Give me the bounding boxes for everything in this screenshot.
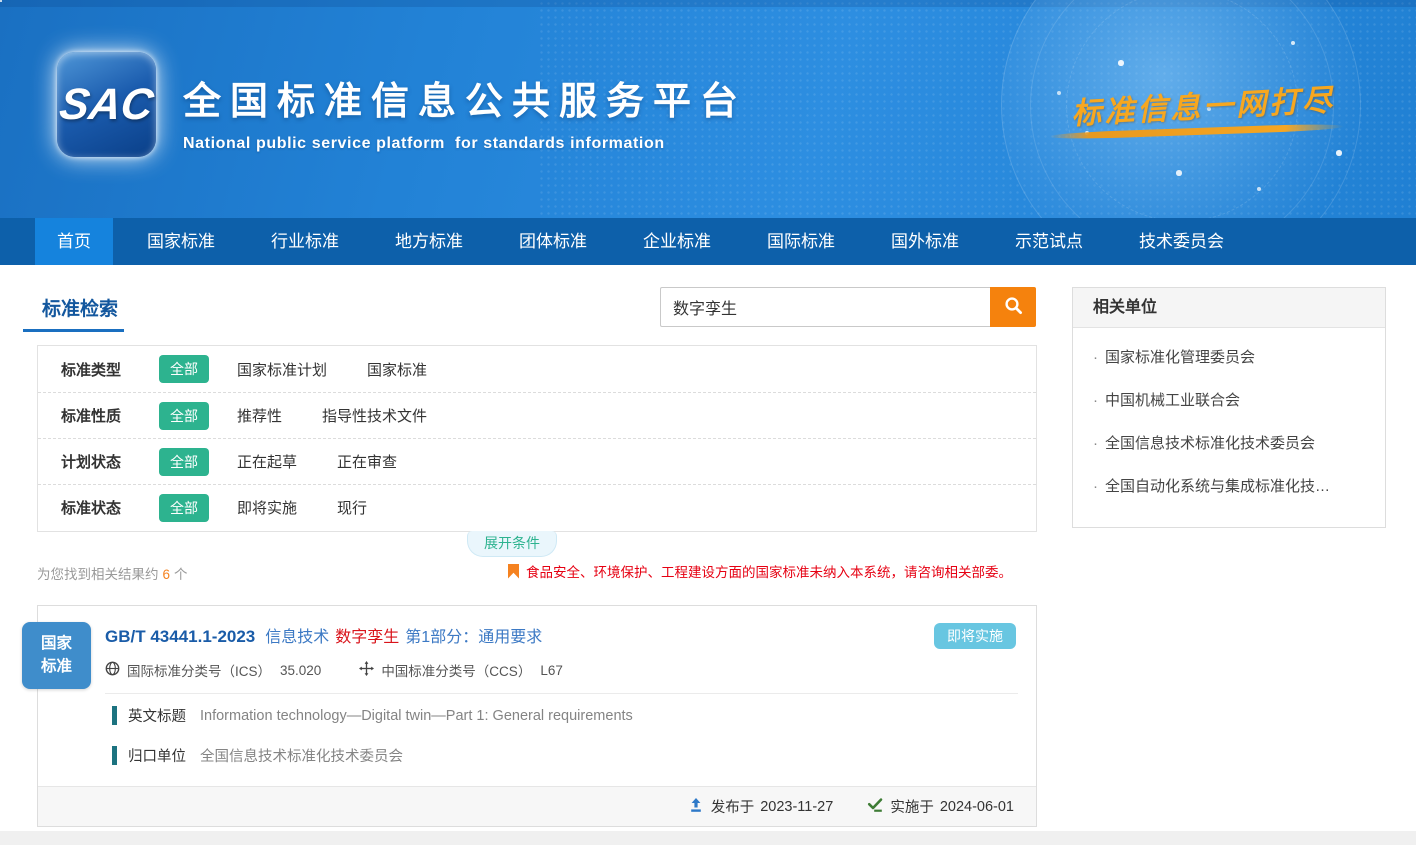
badge-line2: 标准 [22, 656, 91, 678]
bookmark-icon [508, 564, 519, 579]
english-title-label: 英文标题 [128, 705, 186, 726]
standard-result-card: 国家 标准 GB/T 43441.1-2023信息技术数字孪生第1部分：通用要求… [37, 605, 1037, 827]
published-date-item: 发布于 2023-11-27 [688, 796, 834, 817]
nav-item-international-standards[interactable]: 国际标准 [745, 218, 857, 265]
expand-conditions-button[interactable]: 展开条件 [467, 531, 557, 557]
result-count-number: 6 [163, 567, 171, 582]
filter-row-standard-type: 标准类型 全部 国家标准计划 国家标准 [38, 346, 1036, 392]
check-icon [867, 797, 890, 817]
filter-all-button[interactable]: 全部 [159, 355, 209, 383]
implemented-date-item: 实施于 2024-06-01 [867, 796, 1014, 817]
nav-item-industry-standards[interactable]: 行业标准 [249, 218, 361, 265]
filter-label: 标准状态 [61, 497, 159, 518]
standard-title-part2: 第1部分：通用要求 [405, 629, 542, 646]
badge-line1: 国家 [22, 633, 91, 655]
committee-label: 归口单位 [128, 745, 186, 766]
related-organizations-list: 国家标准化管理委员会 中国机械工业联合会 全国信息技术标准化技术委员会 全国自动… [1073, 328, 1385, 507]
org-link-sac[interactable]: 国家标准化管理委员会 [1073, 335, 1385, 378]
filter-row-plan-status: 计划状态 全部 正在起草 正在审查 [38, 438, 1036, 484]
nav-item-foreign-standards[interactable]: 国外标准 [869, 218, 981, 265]
standard-title-link[interactable]: GB/T 43441.1-2023 信息技术数字孪生第1部分：通用要求 [105, 623, 548, 647]
org-link-automation-committee[interactable]: 全国自动化系统与集成标准化技… [1073, 464, 1385, 507]
search-input[interactable] [660, 287, 990, 327]
ccs-group: 中国标准分类号（CCS） L67 [359, 660, 563, 680]
filter-option[interactable]: 国家标准 [367, 359, 427, 380]
filter-panel: 标准类型 全部 国家标准计划 国家标准 标准性质 全部 推荐性 指导性技术文件 … [37, 345, 1037, 532]
nav-item-national-standards[interactable]: 国家标准 [125, 218, 237, 265]
filter-row-standard-nature: 标准性质 全部 推荐性 指导性技术文件 [38, 392, 1036, 438]
banner-sparkles [0, 0, 2, 2]
compass-icon [359, 661, 381, 679]
english-title-value: Information technology—Digital twin—Part… [200, 708, 633, 724]
filter-option[interactable]: 推荐性 [237, 405, 282, 426]
classification-meta-row: 国际标准分类号（ICS） 35.020 中国标准分类号（CCS） L67 [105, 660, 563, 680]
search-box [660, 287, 1036, 327]
filter-option[interactable]: 正在审查 [337, 451, 397, 472]
filter-option[interactable]: 指导性技术文件 [322, 405, 427, 426]
row-accent-bar [112, 706, 117, 725]
card-footer: 发布于 2023-11-27 实施于 2024-06-01 [38, 786, 1036, 826]
search-button[interactable] [990, 287, 1036, 327]
filter-label: 标准性质 [61, 405, 159, 426]
standard-title-part1: 信息技术 [265, 629, 329, 646]
committee-value: 全国信息技术标准化技术委员会 [200, 745, 403, 766]
upload-icon [688, 797, 711, 817]
status-badge: 即将实施 [934, 623, 1016, 649]
filter-label: 标准类型 [61, 359, 159, 380]
implemented-date: 2024-06-01 [940, 799, 1014, 815]
filter-option[interactable]: 即将实施 [237, 497, 297, 518]
platform-title: 全国标准信息公共服务平台 [183, 70, 747, 125]
standard-code: GB/T 43441.1-2023 [105, 627, 255, 646]
filter-all-button[interactable]: 全部 [159, 402, 209, 430]
sac-logo[interactable]: SAC [57, 52, 156, 157]
filter-row-standard-status: 标准状态 全部 即将实施 现行 [38, 484, 1036, 530]
filter-option[interactable]: 现行 [337, 497, 367, 518]
system-notice: 食品安全、环境保护、工程建设方面的国家标准未纳入本系统，请咨询相关部委。 [508, 561, 1012, 581]
filter-option[interactable]: 正在起草 [237, 451, 297, 472]
ccs-label: 中国标准分类号（CCS） [381, 660, 531, 680]
ccs-value: L67 [540, 663, 563, 678]
published-date: 2023-11-27 [760, 799, 833, 815]
nav-item-local-standards[interactable]: 地方标准 [373, 218, 485, 265]
header-banner: SAC 全国标准信息公共服务平台 National public service… [0, 0, 1416, 218]
page-title: 标准检索 [42, 294, 118, 321]
card-divider [105, 693, 1018, 694]
org-link-machinery-federation[interactable]: 中国机械工业联合会 [1073, 378, 1385, 421]
platform-subtitle: National public service platform for sta… [183, 135, 747, 153]
english-title-row: 英文标题 Information technology—Digital twin… [112, 705, 633, 726]
platform-title-block: 全国标准信息公共服务平台 National public service pla… [183, 70, 747, 153]
published-label: 发布于 [711, 796, 755, 817]
filter-label: 计划状态 [61, 451, 159, 472]
filter-all-button[interactable]: 全部 [159, 448, 209, 476]
result-count-suffix: 个 [174, 567, 188, 582]
main-nav: 首页 国家标准 行业标准 地方标准 团体标准 企业标准 国际标准 国外标准 示范… [0, 218, 1416, 265]
ics-value: 35.020 [280, 663, 321, 678]
result-count-line: 为您找到相关结果约 6个 [37, 563, 188, 583]
page-title-underline [23, 329, 124, 332]
sac-logo-text: SAC [57, 80, 157, 130]
nav-item-home[interactable]: 首页 [35, 218, 113, 265]
standard-title-highlight: 数字孪生 [335, 629, 399, 646]
search-icon [1004, 296, 1023, 318]
result-count-prefix: 为您找到相关结果约 [37, 567, 159, 582]
bottom-strip [0, 831, 1416, 845]
related-organizations-panel: 相关单位 国家标准化管理委员会 中国机械工业联合会 全国信息技术标准化技术委员会… [1072, 287, 1386, 528]
globe-icon [105, 661, 127, 679]
org-link-it-standardization-committee[interactable]: 全国信息技术标准化技术委员会 [1073, 421, 1385, 464]
committee-row: 归口单位 全国信息技术标准化技术委员会 [112, 745, 403, 766]
national-standard-badge: 国家 标准 [22, 622, 91, 689]
row-accent-bar [112, 746, 117, 765]
filter-option[interactable]: 国家标准计划 [237, 359, 327, 380]
nav-item-enterprise-standards[interactable]: 企业标准 [621, 218, 733, 265]
implemented-label: 实施于 [890, 796, 934, 817]
notice-text: 食品安全、环境保护、工程建设方面的国家标准未纳入本系统，请咨询相关部委。 [526, 561, 1012, 581]
related-organizations-title: 相关单位 [1073, 288, 1385, 328]
nav-item-pilot-demo[interactable]: 示范试点 [993, 218, 1105, 265]
nav-item-technical-committees[interactable]: 技术委员会 [1117, 218, 1246, 265]
filter-all-button[interactable]: 全部 [159, 494, 209, 522]
nav-item-group-standards[interactable]: 团体标准 [497, 218, 609, 265]
ics-label: 国际标准分类号（ICS） [127, 660, 271, 680]
